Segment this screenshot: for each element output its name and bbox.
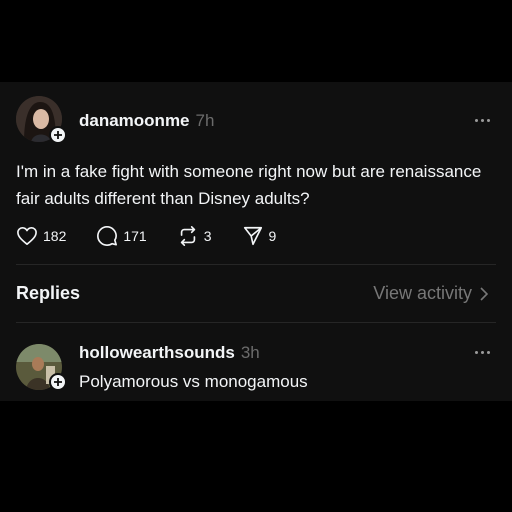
comment-button[interactable]: 171 [96, 225, 147, 247]
post-actions: 182 171 3 9 [16, 224, 306, 248]
repost-icon [180, 226, 195, 246]
follow-plus-icon[interactable] [49, 373, 67, 391]
repost-button[interactable]: 3 [177, 225, 212, 247]
send-icon [243, 226, 262, 246]
like-count: 182 [43, 228, 67, 244]
post-more-dots-icon[interactable] [475, 119, 490, 122]
comment-bubble-icon [97, 226, 118, 246]
share-count: 9 [268, 228, 277, 244]
chevron-right-icon [480, 286, 488, 301]
reply-username[interactable]: hollowearthsounds [79, 343, 235, 362]
view-activity-link[interactable]: View activity [373, 283, 488, 304]
reply-text: Polyamorous vs monogamous [79, 372, 308, 391]
reply-time: 3h [240, 343, 260, 362]
heart-icon [17, 227, 37, 245]
divider-top [16, 264, 496, 265]
comment-count: 171 [123, 228, 147, 244]
share-button[interactable]: 9 [242, 225, 277, 247]
post-username[interactable]: danamoonme [79, 111, 190, 130]
repost-count: 3 [203, 228, 212, 244]
follow-plus-icon[interactable] [49, 126, 67, 144]
reply-more-dots-icon[interactable] [475, 351, 490, 354]
post-text: I'm in a fake fight with someone right n… [16, 162, 482, 208]
like-button[interactable]: 182 [16, 226, 66, 246]
replies-heading: Replies [16, 283, 81, 303]
post-time: 7h [195, 111, 215, 130]
reply-author-name[interactable]: hollowearthsounds 3h [79, 343, 260, 363]
view-activity-label[interactable]: View activity [373, 283, 472, 304]
post-author-name[interactable]: danamoonme 7h [79, 111, 214, 131]
divider-bottom [16, 322, 496, 323]
